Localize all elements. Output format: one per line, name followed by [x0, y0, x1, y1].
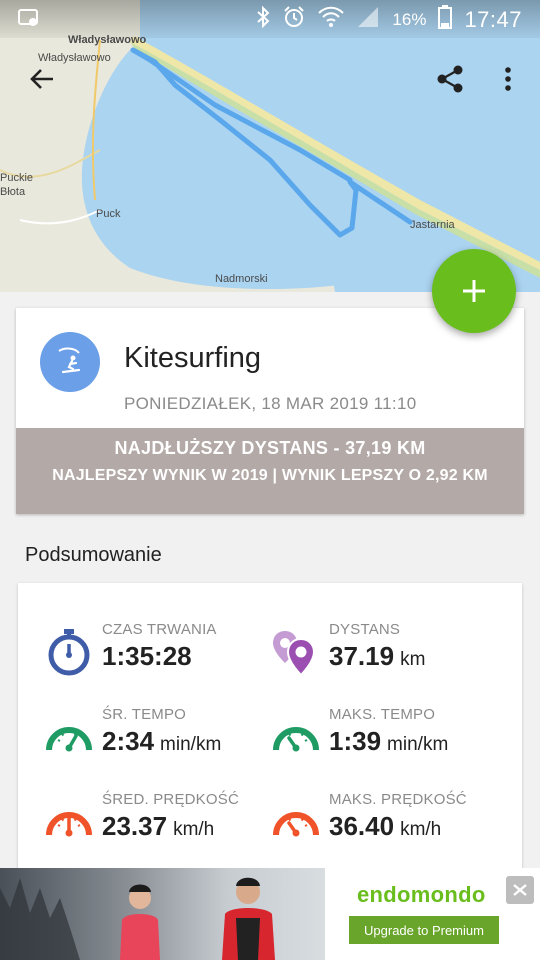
share-icon	[437, 65, 463, 93]
add-fab-button[interactable]	[432, 249, 516, 333]
arrow-left-icon	[30, 69, 53, 89]
summary-card: CZAS TRWANIA 1:35:28 DYSTANS 37.19 km ŚR.…	[18, 583, 522, 883]
back-button[interactable]	[18, 55, 66, 103]
map-label-nadmorski: Nadmorski	[215, 273, 268, 285]
stat-number: 36.40	[329, 811, 395, 841]
map-label-blota: Błota	[0, 186, 26, 198]
stat-value: 37.19 km	[329, 641, 425, 672]
speedometer-icon	[273, 812, 319, 837]
stat-label: MAKS. TEMPO	[329, 706, 436, 723]
stopwatch-icon	[48, 629, 90, 676]
signal-icon	[356, 6, 380, 33]
stat-avg-pace: ŚR. TEMPO 2:34 min/km	[44, 706, 274, 776]
stat-number: 1:35:28	[102, 641, 192, 671]
ad-close-button[interactable]	[506, 876, 534, 904]
record-subtitle: NAJLEPSZY WYNIK W 2019 | WYNIK LEPSZY O …	[52, 467, 488, 484]
stat-label: ŚRED. PRĘDKOŚĆ	[102, 791, 239, 808]
more-vertical-icon	[505, 67, 511, 91]
battery-icon	[438, 5, 453, 34]
alarm-icon	[282, 5, 306, 34]
stat-label: MAKS. PRĘDKOŚĆ	[329, 791, 467, 808]
stat-distance: DYSTANS 37.19 km	[271, 621, 501, 691]
screenshot-notification-icon	[18, 8, 40, 33]
ad-panel: endomondo Upgrade to Premium	[325, 868, 540, 960]
stat-avg-speed: ŚRED. PRĘDKOŚĆ 23.37 km/h	[44, 791, 274, 861]
map-label-puckie: Puckie	[0, 172, 34, 184]
stat-value: 36.40 km/h	[329, 811, 441, 842]
battery-percent: 16%	[392, 9, 427, 29]
stat-value: 1:35:28	[102, 641, 198, 672]
route-map[interactable]: Władysławowo Władysławowo Puckie Błota P…	[0, 0, 540, 292]
stat-label: ŚR. TEMPO	[102, 706, 187, 723]
status-bar: 16% 17:47	[0, 0, 540, 38]
share-button[interactable]	[426, 55, 474, 103]
stat-label: CZAS TRWANIA	[102, 621, 217, 638]
speedometer-icon	[46, 727, 92, 752]
activity-card: Kitesurfing PONIEDZIAŁEK, 18 MAR 2019 11…	[16, 308, 524, 514]
endomondo-logo: endomondo	[357, 882, 486, 907]
stat-number: 23.37	[102, 811, 168, 841]
kitesurfing-icon	[58, 347, 81, 374]
stat-unit: min/km	[160, 734, 222, 755]
stat-max-speed: MAKS. PRĘDKOŚĆ 36.40 km/h	[271, 791, 501, 861]
plus-icon	[463, 280, 485, 302]
close-icon	[513, 884, 527, 896]
upgrade-premium-button[interactable]: Upgrade to Premium	[349, 916, 499, 944]
map-label-jastarnia: Jastarnia	[410, 219, 455, 231]
stat-unit: km	[400, 649, 426, 670]
record-title: NAJDŁUŻSZY DYSTANS - 37,19 KM	[114, 438, 426, 458]
map-label-puck: Puck	[96, 208, 121, 220]
stat-duration: CZAS TRWANIA 1:35:28	[44, 621, 274, 691]
activity-date: PONIEDZIAŁEK, 18 MAR 2019 11:10	[124, 394, 417, 413]
sport-avatar	[40, 332, 100, 392]
speedometer-icon	[46, 812, 92, 837]
ad-photo	[0, 868, 325, 960]
clock: 17:47	[464, 6, 522, 32]
stat-value: 2:34 min/km	[102, 726, 221, 757]
stat-number: 2:34	[102, 726, 155, 756]
stat-unit: km/h	[400, 819, 442, 840]
ad-banner[interactable]: endomondo Upgrade to Premium	[0, 868, 540, 960]
stat-value: 23.37 km/h	[102, 811, 214, 842]
summary-title: Podsumowanie	[25, 544, 162, 566]
stat-number: 37.19	[329, 641, 395, 671]
stat-max-pace: MAKS. TEMPO 1:39 min/km	[271, 706, 501, 776]
more-options-button[interactable]	[484, 55, 532, 103]
stat-label: DYSTANS	[329, 621, 401, 638]
stat-unit: km/h	[173, 819, 215, 840]
location-pins-icon	[273, 631, 316, 677]
speedometer-icon	[273, 727, 319, 752]
stat-number: 1:39	[329, 726, 382, 756]
record-banner[interactable]: NAJDŁUŻSZY DYSTANS - 37,19 KM NAJLEPSZY …	[16, 428, 524, 514]
stat-unit: min/km	[387, 734, 449, 755]
sport-name: Kitesurfing	[124, 342, 262, 374]
stat-value: 1:39 min/km	[329, 726, 448, 757]
wifi-icon	[318, 6, 345, 33]
bluetooth-icon	[256, 5, 270, 33]
